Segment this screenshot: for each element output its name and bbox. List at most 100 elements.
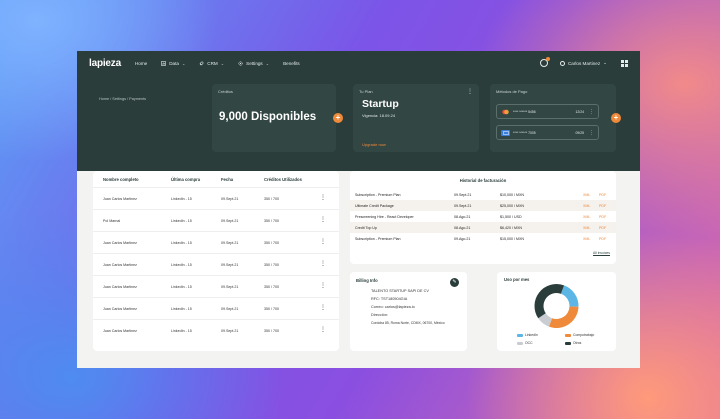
payment-card-row[interactable]: **** ****** 5456 12/24 ⋮ (496, 104, 599, 119)
breadcrumb[interactable]: Home / Settings / Payments (99, 97, 146, 101)
logo[interactable]: lapieza (89, 58, 121, 69)
history-concept: Ultimate Credit Package (355, 203, 394, 208)
nav-crm[interactable]: CRM ⌄ (199, 61, 224, 66)
xml-download-link[interactable]: XML (583, 215, 590, 219)
all-invoices-link[interactable]: All invoices (593, 251, 610, 255)
more-icon[interactable]: ⋮ (320, 326, 326, 333)
usage-chart-card: Uso por mes LinkedIn Computrabajo OCC Ot… (497, 272, 616, 351)
top-nav: lapieza Home Data ⌄ CRM ⌄ Settings ⌄ Benefi… (77, 51, 640, 75)
apps-grid-icon[interactable] (621, 59, 628, 67)
nav-data[interactable]: Data ⌄ (161, 61, 185, 66)
more-icon[interactable]: ⋮ (320, 304, 326, 311)
more-icon[interactable]: ⋮ (589, 109, 594, 115)
more-icon[interactable]: ⋮ (320, 282, 326, 289)
table-row[interactable]: Juan Carlos Martinez LinkedIn - 15 09.Sept… (93, 319, 339, 341)
nav-settings-label: Settings (246, 60, 263, 66)
pdf-download-link[interactable]: PDF (599, 215, 606, 219)
usage-donut-chart (534, 284, 579, 328)
upgrade-link[interactable]: Upgrade now (362, 142, 386, 147)
table-cell: 350 / 700 (264, 197, 279, 201)
table-cell: LinkedIn - 15 (171, 307, 192, 311)
xml-download-link[interactable]: XML (583, 226, 590, 230)
plan-vigencia: Vigencia: 18.09.24 (362, 113, 396, 118)
payment-card-row[interactable]: **** ****** 7005 09/25 ⋮ (496, 125, 599, 140)
pdf-download-link[interactable]: PDF (599, 204, 606, 208)
legend-label: LinkedIn (525, 333, 538, 337)
nav-benefits[interactable]: Benefits (283, 61, 300, 66)
more-icon[interactable]: ⋮ (320, 260, 326, 267)
table-cell: LinkedIn - 15 (171, 219, 192, 223)
table-row[interactable]: Juan Carlos Martinez LinkedIn - 15 09.Sept… (93, 231, 339, 253)
billing-address-label: Dirección: (371, 313, 388, 317)
col-header[interactable]: Nombre completo (103, 177, 139, 182)
billing-history-title: Historial de facturación (459, 178, 507, 183)
history-amount: $1,500 / USD (500, 214, 522, 219)
xml-download-link[interactable]: XML (583, 193, 590, 197)
header-band: lapieza Home Data ⌄ CRM ⌄ Settings ⌄ Benefi… (77, 51, 640, 171)
history-concept: Subscription - Premium Plan (355, 192, 401, 197)
billing-address: Cordoba 85, Roma Norte, CDMX, 06700, Méx… (371, 321, 445, 325)
table-cell: Pol Marnal (103, 219, 121, 223)
edit-icon[interactable]: ✎ (450, 278, 459, 287)
table-cell: Juan Carlos Martinez (103, 263, 137, 267)
table-cell: LinkedIn - 15 (171, 285, 192, 289)
pdf-download-link[interactable]: PDF (599, 193, 606, 197)
table-row[interactable]: Juan Carlos Martinez LinkedIn - 15 09.Sept… (93, 275, 339, 297)
bell-icon[interactable] (539, 57, 550, 67)
more-icon[interactable]: ⋮ (320, 194, 326, 201)
billing-history-card: Historial de facturación Subscription - … (350, 171, 616, 264)
history-amount: $15,000 / MXN (500, 236, 524, 241)
table-cell: LinkedIn - 15 (171, 329, 192, 333)
billing-company: TALENTO STARTUP SAPI DE CV (371, 289, 429, 293)
pdf-download-link[interactable]: PDF (599, 237, 606, 241)
add-payment-method-button[interactable]: + (611, 113, 621, 123)
nav-home[interactable]: Home (135, 61, 147, 66)
table-row[interactable]: Juan Carlos Martinez LinkedIn - 15 09.Sept… (93, 187, 339, 209)
col-header[interactable]: Créditos Utilizados (264, 177, 302, 182)
xml-download-link[interactable]: XML (583, 237, 590, 241)
col-header[interactable]: Última compra (171, 177, 200, 182)
table-row[interactable]: Pol Marnal LinkedIn - 15 09.Sept.21 350 / 7… (93, 209, 339, 231)
legend-swatch (565, 333, 571, 337)
history-date: 09.Sept.21 (454, 203, 472, 208)
notification-badge (545, 57, 550, 61)
more-icon[interactable]: ⋮ (320, 238, 326, 245)
billing-email: Correo: carlos@lapieza.io (371, 305, 415, 309)
table-cell: Juan Carlos Martinez (103, 329, 137, 333)
rocket-icon (199, 61, 204, 65)
history-row: Subscription - Premium Plan 09.Sept.21 $10… (350, 189, 616, 200)
table-cell: 09.Sept.21 (221, 263, 239, 267)
more-icon[interactable]: ⋮ (589, 130, 594, 136)
more-icon[interactable]: ⋮ (467, 89, 473, 95)
more-icon[interactable]: ⋮ (320, 216, 326, 223)
legend-item: Computrabajo (565, 333, 594, 337)
history-row: Prescreening Hire - React Developer 08.Ag… (350, 211, 616, 222)
table-cell: 350 / 700 (264, 329, 279, 333)
nav-settings[interactable]: Settings ⌄ (238, 61, 269, 66)
add-credits-button[interactable]: + (333, 113, 343, 123)
legend-swatch (517, 341, 523, 345)
table-cell: 09.Sept.21 (221, 241, 239, 245)
table-cell: LinkedIn - 15 (171, 241, 192, 245)
pdf-download-link[interactable]: PDF (599, 226, 606, 230)
history-date: 09.Sept.21 (454, 192, 472, 197)
legend-item: Otros (565, 341, 581, 345)
history-amount: $10,000 / MXN (500, 192, 524, 197)
table-cell: 350 / 700 (264, 285, 279, 289)
history-amount: $6,420 / MXN (500, 225, 522, 230)
table-row[interactable]: Juan Carlos Martinez LinkedIn - 15 09.Sept… (93, 253, 339, 275)
donut-slice-otros (534, 284, 565, 319)
history-amount: $25,000 / MXN (500, 203, 524, 208)
table-cell: 09.Sept.21 (221, 285, 239, 289)
chart-icon (161, 60, 167, 66)
card-number: **** ****** 7005 (513, 130, 536, 135)
col-header[interactable]: Fecha (221, 177, 233, 182)
user-menu[interactable]: Carlos Martinez ⌄ (559, 60, 607, 66)
table-row[interactable]: Juan Carlos Martinez LinkedIn - 15 09.Sept… (93, 297, 339, 319)
table-cell: 350 / 700 (264, 307, 279, 311)
logo-text: lapieza (89, 57, 121, 69)
xml-download-link[interactable]: XML (583, 204, 590, 208)
credits-card: Créditos 9,000 Disponibles (212, 84, 336, 152)
user-name: Carlos Martinez (567, 60, 601, 66)
table-cell: Juan Carlos Martinez (103, 285, 137, 289)
